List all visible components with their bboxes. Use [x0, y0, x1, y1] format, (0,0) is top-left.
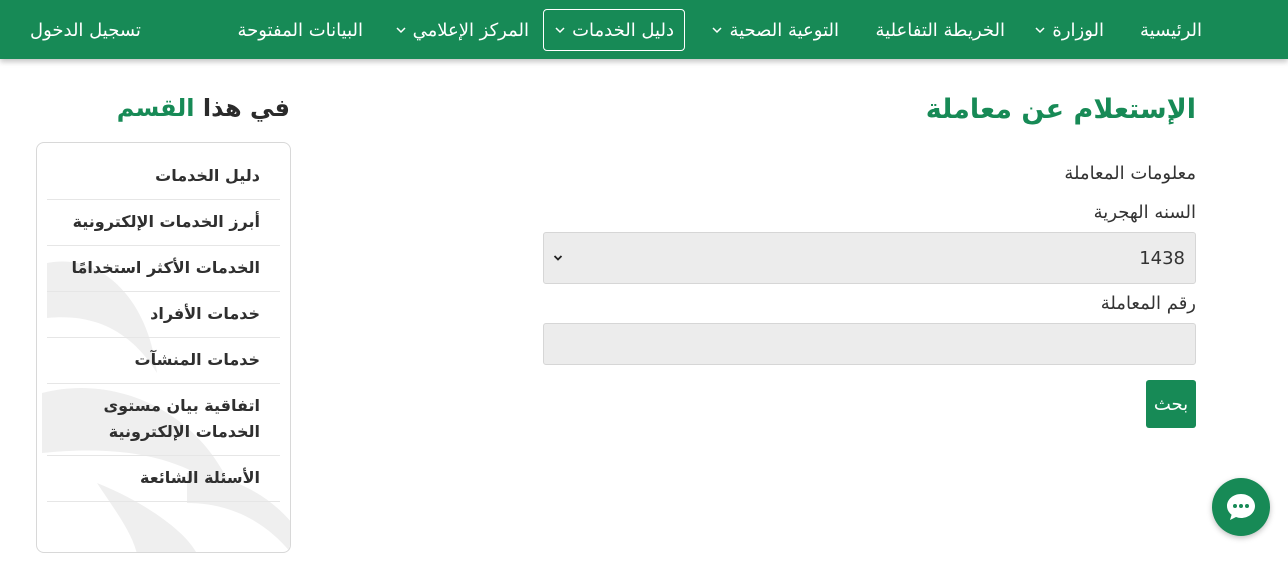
nav-item-label: التوعية الصحية	[729, 19, 839, 41]
sidebar-item-services-guide[interactable]: دليل الخدمات	[47, 154, 280, 200]
selected-year-value: 1438	[1139, 247, 1185, 269]
sidebar-item-individual-services[interactable]: خدمات الأفراد	[47, 292, 280, 338]
hijri-year-select[interactable]: 1438	[543, 232, 1196, 284]
search-button[interactable]: بحث	[1146, 380, 1196, 428]
page-title: الإستعلام عن معاملة	[925, 94, 1196, 125]
nav-item-label: دليل الخدمات	[572, 19, 674, 41]
sidebar-heading-part2: القسم	[116, 94, 195, 122]
chevron-down-icon	[712, 27, 722, 34]
transaction-number-input[interactable]	[543, 323, 1196, 365]
chat-button[interactable]	[1212, 478, 1270, 536]
chevron-down-icon	[553, 255, 563, 261]
chat-bubble-icon	[1227, 494, 1255, 520]
nav-item-media-center[interactable]: المركز الإعلامي	[395, 9, 529, 51]
chevron-down-icon	[396, 27, 406, 34]
section-label: معلومات المعاملة	[1064, 163, 1196, 184]
sidebar-list: دليل الخدمات أبرز الخدمات الإلكترونية ال…	[47, 154, 280, 502]
nav-item-home[interactable]: الرئيسية	[1140, 9, 1202, 51]
sidebar-item-sla-agreement[interactable]: اتفاقية بيان مستوى الخدمات الإلكترونية	[47, 384, 280, 456]
nav-item-ministry[interactable]: الوزارة	[1034, 9, 1104, 51]
nav-item-label: الوزارة	[1052, 19, 1104, 41]
chevron-down-icon	[1035, 27, 1045, 34]
main-navbar: الرئيسية الوزارة الخريطة التفاعلية التوع…	[0, 0, 1288, 59]
sidebar-item-facility-services[interactable]: خدمات المنشآت	[47, 338, 280, 384]
nav-item-label: البيانات المفتوحة	[237, 19, 364, 41]
chevron-down-icon	[555, 27, 565, 34]
sidebar-heading-part1: في هذا	[202, 94, 290, 122]
login-link[interactable]: تسجيل الدخول	[30, 9, 141, 51]
nav-item-services-guide[interactable]: دليل الخدمات	[543, 9, 685, 51]
nav-item-open-data[interactable]: البيانات المفتوحة	[238, 9, 364, 51]
nav-item-label: المركز الإعلامي	[412, 19, 529, 41]
sidebar-heading: في هذا القسم	[117, 94, 290, 122]
nav-item-health-awareness[interactable]: التوعية الصحية	[711, 9, 839, 51]
nav-item-label: الخريطة التفاعلية	[875, 19, 1005, 41]
sidebar-item-top-e-services[interactable]: أبرز الخدمات الإلكترونية	[47, 200, 280, 246]
hijri-year-label: السنه الهجرية	[1093, 202, 1196, 223]
sidebar-menu-box: دليل الخدمات أبرز الخدمات الإلكترونية ال…	[36, 142, 291, 553]
nav-item-label: الرئيسية	[1140, 19, 1202, 41]
sidebar-item-faq[interactable]: الأسئلة الشائعة	[47, 456, 280, 502]
nav-item-interactive-map[interactable]: الخريطة التفاعلية	[876, 9, 1005, 51]
transaction-number-label: رقم المعاملة	[1100, 293, 1196, 314]
sidebar-item-most-used-services[interactable]: الخدمات الأكثر استخدامًا	[47, 246, 280, 292]
